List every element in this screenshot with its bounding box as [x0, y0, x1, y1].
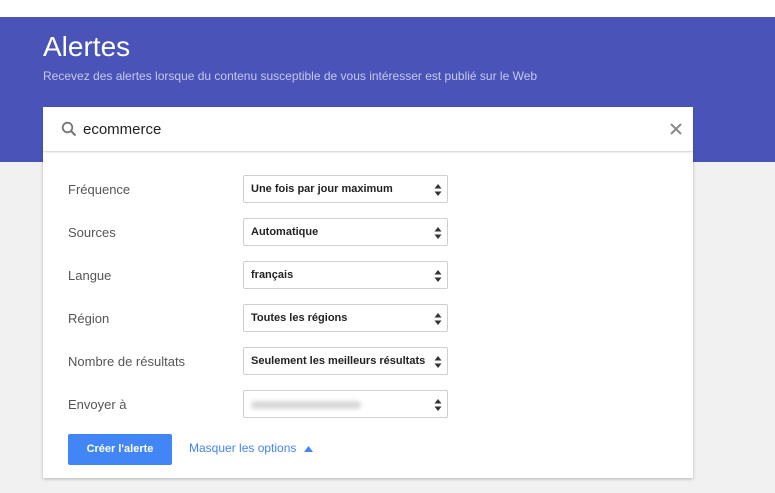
region-label: Région	[68, 311, 110, 326]
frequency-label: Fréquence	[68, 182, 131, 197]
language-value: français	[251, 269, 294, 281]
option-row-sources: Sources Automatique	[43, 218, 693, 248]
search-input[interactable]	[83, 117, 653, 141]
sources-select[interactable]: Automatique	[243, 218, 448, 246]
language-label: Langue	[68, 268, 112, 283]
deliver-to-label: Envoyer à	[68, 397, 127, 412]
search-icon	[61, 121, 77, 137]
select-arrows-icon	[434, 270, 442, 282]
select-arrows-icon	[434, 313, 442, 325]
select-arrows-icon	[434, 184, 442, 196]
select-arrows-icon	[434, 227, 442, 239]
frequency-select[interactable]: Une fois par jour maximum	[243, 175, 448, 203]
sources-value: Automatique	[251, 226, 319, 238]
deliver-to-select[interactable]	[243, 390, 448, 418]
select-arrows-icon	[434, 356, 442, 368]
top-strip	[0, 0, 775, 17]
search-box	[43, 107, 693, 151]
blurred-email	[251, 401, 361, 409]
region-value: Toutes les régions	[251, 312, 348, 324]
close-icon[interactable]	[668, 121, 684, 137]
results-label: Nombre de résultats	[68, 354, 186, 369]
page-subtitle: Recevez des alertes lorsque du contenu s…	[43, 69, 538, 83]
language-select[interactable]: français	[243, 261, 448, 289]
option-row-frequency: Fréquence Une fois par jour maximum	[43, 175, 693, 205]
page-title: Alertes	[43, 31, 131, 62]
caret-up-icon[interactable]	[304, 446, 313, 452]
select-arrows-icon	[434, 399, 442, 411]
frequency-value: Une fois par jour maximum	[251, 183, 393, 195]
option-row-region: Région Toutes les régions	[43, 304, 693, 334]
results-select[interactable]: Seulement les meilleurs résultats	[243, 347, 448, 375]
sources-label: Sources	[68, 225, 116, 240]
option-row-deliver-to: Envoyer à	[43, 390, 693, 420]
option-row-language: Langue français	[43, 261, 693, 291]
option-row-results: Nombre de résultats Seulement les meille…	[43, 347, 693, 377]
region-select[interactable]: Toutes les régions	[243, 304, 448, 332]
create-alert-button[interactable]: Créer l'alerte	[68, 434, 172, 465]
results-value: Seulement les meilleurs résultats	[251, 355, 426, 367]
hide-options-link[interactable]: Masquer les options	[189, 441, 296, 455]
